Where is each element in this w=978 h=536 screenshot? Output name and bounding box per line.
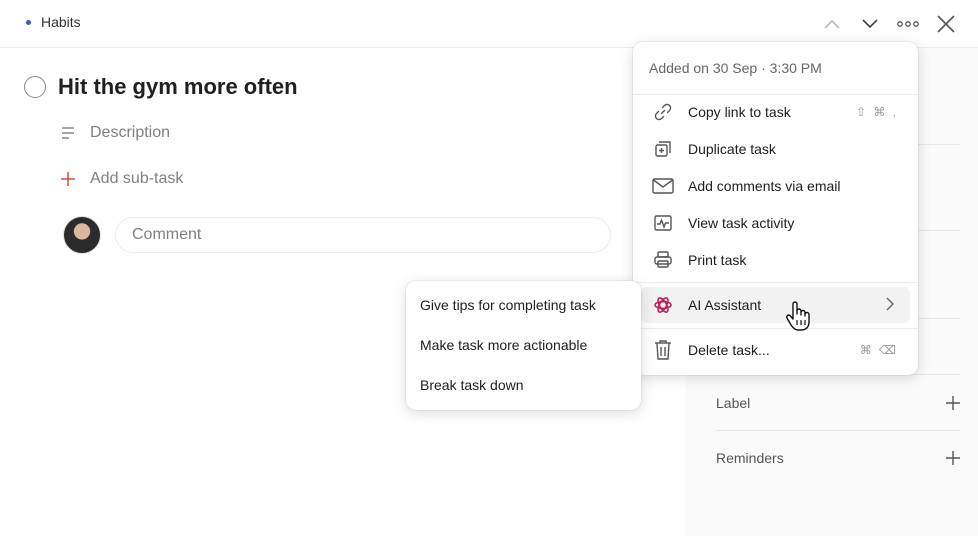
menu-divider	[633, 328, 918, 329]
add-subtask-label: Add sub-task	[90, 170, 184, 187]
chevron-up-icon	[824, 19, 840, 29]
added-date: Added on 30 Sep · 3:30 PM	[649, 60, 822, 76]
more-actions-button[interactable]	[894, 11, 922, 37]
ai-assistant-icon	[652, 294, 674, 316]
next-task-button[interactable]	[856, 11, 884, 37]
ai-assistant-menu-item[interactable]: AI Assistant	[641, 287, 910, 323]
delete-task-shortcut: ⌘ ⌫	[859, 343, 898, 357]
ai-assistant-submenu: Give tips for completing task Make task …	[406, 281, 641, 410]
hand-cursor-icon	[786, 301, 810, 331]
duplicate-task-label: Duplicate task	[688, 141, 776, 157]
project-name: Habits	[41, 14, 81, 30]
add-reminder-icon[interactable]	[946, 451, 960, 465]
sidebar-reminders-row[interactable]: Reminders	[716, 447, 960, 469]
close-button[interactable]	[932, 11, 960, 37]
task-title[interactable]: Hit the gym more often	[58, 74, 298, 100]
description-placeholder: Description	[90, 124, 171, 141]
duplicate-icon	[652, 138, 674, 160]
description-field[interactable]: Description	[60, 124, 170, 142]
view-activity-menu-item[interactable]: View task activity	[641, 205, 910, 241]
link-icon	[652, 101, 674, 123]
previous-task-button[interactable]	[818, 11, 846, 37]
delete-task-menu-item[interactable]: Delete task... ⌘ ⌫	[641, 332, 910, 368]
print-task-menu-item[interactable]: Print task	[641, 242, 910, 278]
add-comments-email-label: Add comments via email	[688, 178, 841, 194]
ai-assistant-label: AI Assistant	[688, 297, 762, 313]
chevron-down-icon	[862, 19, 878, 29]
project-breadcrumb[interactable]: Habits	[26, 14, 81, 30]
plus-icon	[61, 172, 75, 186]
duplicate-task-menu-item[interactable]: Duplicate task	[641, 131, 910, 167]
close-icon	[937, 15, 955, 33]
description-icon	[62, 127, 74, 139]
copy-link-shortcut: ⇧ ⌘ ,	[855, 105, 898, 119]
copy-link-label: Copy link to task	[688, 104, 791, 120]
label-title: Label	[716, 395, 751, 411]
give-tips-menu-item[interactable]: Give tips for completing task	[420, 297, 596, 313]
add-comments-email-menu-item[interactable]: Add comments via email	[641, 168, 910, 204]
sidebar-label-row[interactable]: Label	[716, 392, 960, 414]
trash-icon	[652, 339, 674, 361]
comment-input[interactable]	[115, 217, 611, 253]
printer-icon	[652, 249, 674, 271]
add-label-icon[interactable]	[946, 396, 960, 410]
make-actionable-menu-item[interactable]: Make task more actionable	[420, 337, 587, 353]
task-title-row: Hit the gym more often	[24, 74, 298, 100]
project-color-dot	[26, 19, 31, 25]
avatar	[63, 216, 101, 254]
header-actions	[818, 11, 960, 37]
print-task-label: Print task	[688, 252, 747, 268]
menu-divider	[633, 282, 918, 283]
comment-row	[63, 216, 611, 254]
more-actions-menu: Added on 30 Sep · 3:30 PM Copy link to t…	[633, 42, 918, 375]
copy-link-menu-item[interactable]: Copy link to task ⇧ ⌘ ,	[641, 94, 910, 130]
more-horizontal-icon	[897, 21, 919, 27]
complete-task-checkbox[interactable]	[24, 76, 46, 98]
reminders-title: Reminders	[716, 450, 784, 466]
view-activity-label: View task activity	[688, 215, 795, 231]
chevron-right-icon	[886, 297, 894, 311]
add-subtask-button[interactable]: Add sub-task	[60, 170, 183, 188]
email-icon	[652, 175, 674, 197]
task-detail-header: Habits	[0, 0, 978, 48]
sidebar-divider	[716, 430, 960, 431]
delete-task-label: Delete task...	[688, 342, 770, 358]
break-task-down-menu-item[interactable]: Break task down	[420, 377, 524, 393]
activity-icon	[652, 212, 674, 234]
